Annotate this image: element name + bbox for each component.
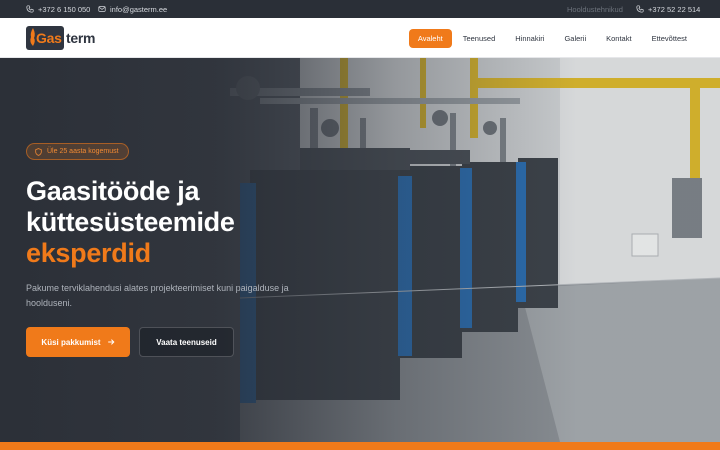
view-services-button[interactable]: Vaata teenuseid [139, 327, 234, 357]
arrow-right-icon [107, 339, 115, 345]
maintenance-phone-link[interactable]: +372 52 22 514 [636, 0, 700, 18]
nav-item-hinnakiri[interactable]: Hinnakiri [506, 29, 553, 48]
experience-badge-text: Üle 25 aasta kogemust [47, 148, 119, 155]
email-address: info@gasterm.ee [110, 4, 168, 14]
site-header: Gas term Avaleht Teenused Hinnakiri Gale… [0, 18, 720, 58]
hero-title-line2: küttesüsteemide [26, 207, 235, 237]
top-contact-bar: +372 6 150 050 info@gasterm.ee Hoolduste… [0, 0, 720, 18]
nav-item-galerii[interactable]: Galerii [555, 29, 595, 48]
hero-lead: Pakume terviklahendusi alates projekteer… [26, 283, 289, 308]
main-nav: Avaleht Teenused Hinnakiri Galerii Konta… [408, 29, 696, 48]
logo[interactable]: Gas term [26, 26, 102, 50]
phone-icon [26, 5, 34, 13]
hero-section: Üle 25 aasta kogemust Gaasitööde ja kütt… [0, 58, 720, 442]
request-quote-label: Küsi pakkumist [41, 337, 101, 347]
envelope-icon [98, 6, 106, 12]
nav-item-ettevottest[interactable]: Ettevõttest [643, 29, 696, 48]
phone-icon [636, 5, 644, 13]
shield-icon [35, 147, 42, 156]
request-quote-button[interactable]: Küsi pakkumist [26, 327, 130, 357]
maintenance-label: Hooldustehnikud [567, 0, 623, 18]
experience-badge: Üle 25 aasta kogemust [26, 143, 129, 160]
maintenance-phone-number: +372 52 22 514 [648, 4, 701, 14]
phone-number: +372 6 150 050 [38, 4, 91, 14]
nav-item-avaleht[interactable]: Avaleht [408, 29, 452, 48]
hero-title: Gaasitööde ja küttesüsteemide eksperdid [26, 176, 346, 269]
logo-term-text: term [66, 30, 96, 46]
nav-item-teenused[interactable]: Teenused [454, 29, 505, 48]
accent-strip [0, 442, 720, 450]
maintenance-text: Hooldustehnikud [567, 4, 623, 14]
hero-title-accent: eksperdid [26, 238, 151, 268]
email-link[interactable]: info@gasterm.ee [98, 0, 167, 18]
logo-gas-text: Gas [36, 30, 62, 46]
view-services-label: Vaata teenuseid [156, 337, 217, 347]
hero-title-line1: Gaasitööde ja [26, 176, 200, 206]
nav-item-kontakt[interactable]: Kontakt [597, 29, 640, 48]
phone-link[interactable]: +372 6 150 050 [26, 0, 90, 18]
